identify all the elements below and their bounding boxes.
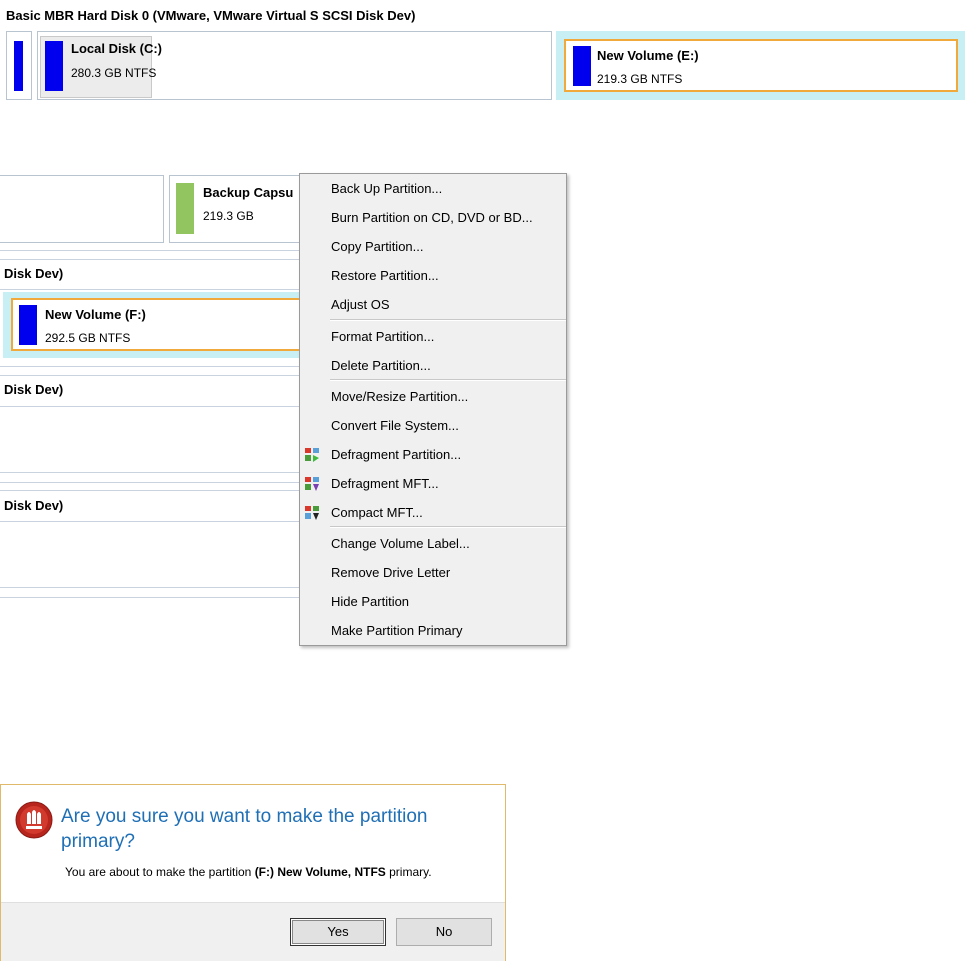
separator (0, 259, 300, 260)
menu-item-format-partition[interactable]: Format Partition... (300, 322, 566, 351)
partition-f[interactable]: New Volume (F:) 292.5 GB NTFS (11, 298, 303, 351)
menu-item-label: Convert File System... (331, 418, 459, 433)
menu-separator (330, 320, 566, 321)
dialog-footer: Yes No (1, 902, 505, 961)
menu-item-label: Make Partition Primary (331, 623, 463, 638)
menu-item-move-resize-partition[interactable]: Move/Resize Partition... (300, 382, 566, 411)
system-reserved-partition[interactable] (6, 31, 32, 100)
menu-item-label: Defragment MFT... (331, 476, 439, 491)
separator (0, 482, 300, 483)
disk-4-title: Disk Dev) (4, 498, 64, 513)
compact-mft-icon (305, 506, 319, 520)
separator (0, 250, 300, 251)
separator (0, 472, 300, 473)
disk-2-title: Disk Dev) (4, 266, 64, 281)
menu-item-burn-partition[interactable]: Burn Partition on CD, DVD or BD... (300, 203, 566, 232)
no-button[interactable]: No (396, 918, 492, 946)
separator (0, 289, 300, 290)
separator (0, 366, 300, 367)
menu-item-label: Hide Partition (331, 594, 410, 609)
menu-item-label: Adjust OS (331, 297, 390, 312)
partition-e-selected[interactable]: New Volume (E:) 219.3 GB NTFS (556, 31, 965, 100)
separator (0, 597, 300, 598)
separator (0, 406, 300, 407)
partition-e[interactable]: New Volume (E:) 219.3 GB NTFS (564, 39, 958, 92)
partition-name: Local Disk (C:) (71, 41, 163, 56)
partition-name: New Volume (E:) (597, 48, 699, 63)
disk-0-title: Basic MBR Hard Disk 0 (VMware, VMware Vi… (6, 8, 416, 23)
message-prefix: You are about to make the partition (65, 865, 255, 879)
yes-button[interactable]: Yes (290, 918, 386, 946)
menu-item-hide-partition[interactable]: Hide Partition (300, 587, 566, 616)
menu-item-label: Back Up Partition... (331, 181, 443, 196)
menu-item-defragment-partition[interactable]: Defragment Partition... (300, 440, 566, 469)
menu-item-back-up-partition[interactable]: Back Up Partition... (300, 174, 566, 203)
menu-item-label: Restore Partition... (331, 268, 439, 283)
dialog-message: You are about to make the partition (F:)… (65, 865, 432, 879)
menu-separator (330, 527, 566, 528)
menu-item-label: Compact MFT... (331, 505, 423, 520)
menu-item-copy-partition[interactable]: Copy Partition... (300, 232, 566, 261)
menu-item-label: Defragment Partition... (331, 447, 462, 462)
separator (0, 521, 300, 522)
partition-size: 219.3 GB NTFS (597, 72, 683, 86)
menu-item-label: Delete Partition... (331, 358, 431, 373)
menu-separator (330, 380, 566, 381)
dialog-question: Are you sure you want to make the partit… (61, 806, 428, 852)
message-partition-name: (F:) New Volume, NTFS (254, 865, 386, 879)
menu-item-label: Burn Partition on CD, DVD or BD... (331, 210, 533, 225)
menu-item-make-partition-primary[interactable]: Make Partition Primary (300, 616, 566, 645)
menu-item-delete-partition[interactable]: Delete Partition... (300, 351, 566, 380)
menu-item-label: Remove Drive Letter (331, 565, 451, 580)
menu-item-remove-drive-letter[interactable]: Remove Drive Letter (300, 558, 566, 587)
menu-item-change-volume-label[interactable]: Change Volume Label... (300, 529, 566, 558)
menu-item-compact-mft[interactable]: Compact MFT... (300, 498, 566, 527)
partition-usage-bar (19, 305, 37, 345)
confirm-dialog: Are you sure you want to make the partit… (0, 784, 506, 961)
menu-item-label: Change Volume Label... (331, 536, 470, 551)
partition-name: New Volume (F:) (45, 307, 146, 322)
menu-item-label: Move/Resize Partition... (331, 389, 469, 404)
partition-c[interactable]: Local Disk (C:) 280.3 GB NTFS (37, 31, 552, 100)
menu-item-label: Copy Partition... (331, 239, 424, 254)
partition-size: 280.3 GB NTFS (71, 66, 157, 80)
partition-name: Backup Capsu (203, 185, 294, 200)
partition-usage-bar (176, 183, 194, 234)
separator (0, 587, 300, 588)
defragment-icon (305, 448, 319, 462)
partition-f-selected[interactable]: New Volume (F:) 292.5 GB NTFS (3, 292, 303, 358)
disk-3-title: Disk Dev) (4, 382, 64, 397)
partition-usage-bar (573, 46, 591, 86)
menu-item-defragment-mft[interactable]: Defragment MFT... (300, 469, 566, 498)
partition-context-menu: Back Up Partition... Burn Partition on C… (299, 173, 567, 646)
unallocated-partition[interactable] (0, 175, 164, 243)
backup-capsule-partition[interactable]: Backup Capsu 219.3 GB (169, 175, 309, 243)
menu-item-label: Format Partition... (331, 329, 435, 344)
separator (0, 375, 300, 376)
menu-item-adjust-os[interactable]: Adjust OS (300, 290, 566, 319)
paragon-logo-icon (15, 801, 53, 839)
partition-usage-bar (45, 41, 63, 91)
message-suffix: primary. (385, 865, 432, 879)
partition-size: 292.5 GB NTFS (45, 331, 131, 345)
separator (0, 490, 300, 491)
defragment-mft-icon (305, 477, 319, 491)
menu-item-restore-partition[interactable]: Restore Partition... (300, 261, 566, 290)
partition-usage-bar (14, 41, 23, 91)
menu-item-convert-file-system[interactable]: Convert File System... (300, 411, 566, 440)
partition-size: 219.3 GB (203, 209, 254, 223)
